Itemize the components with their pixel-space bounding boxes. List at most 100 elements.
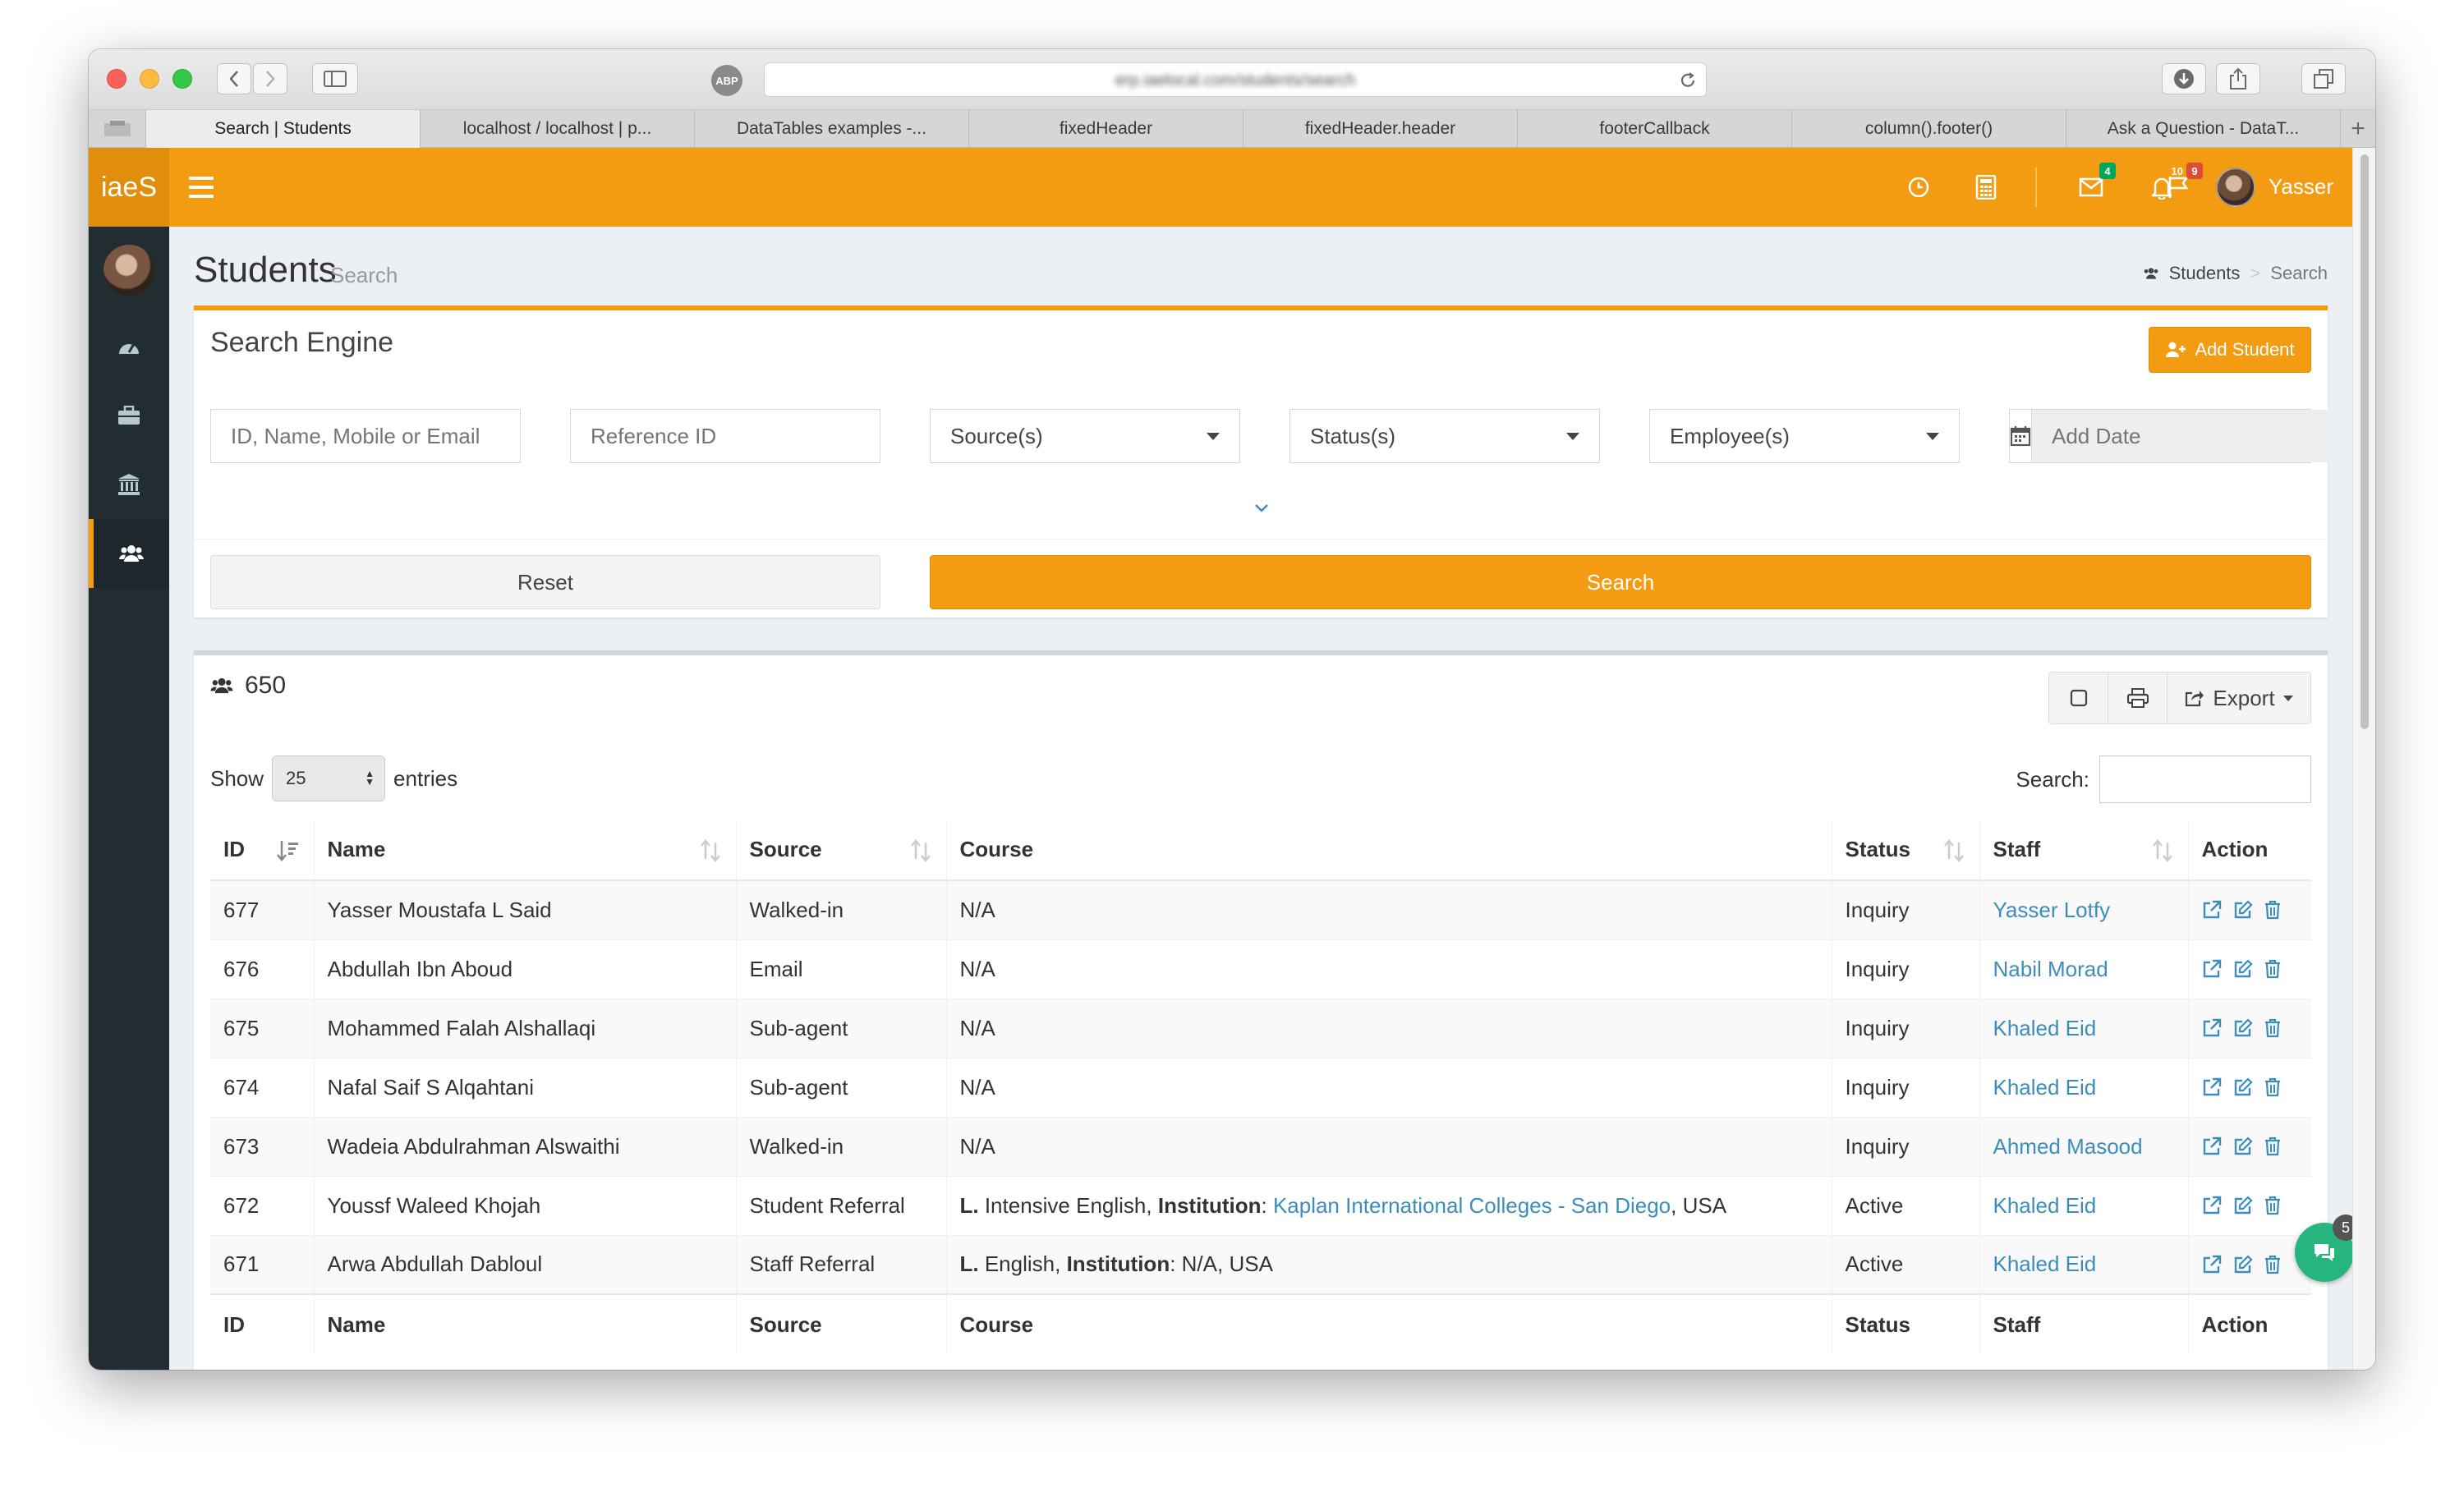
tasks-badge: 9 bbox=[2186, 163, 2203, 179]
tab-overview-button[interactable] bbox=[2301, 63, 2346, 94]
trash-icon[interactable] bbox=[2264, 1196, 2281, 1215]
edit-icon[interactable] bbox=[2233, 1255, 2253, 1274]
edit-icon[interactable] bbox=[2233, 900, 2253, 920]
column-header-source[interactable]: Source bbox=[735, 820, 946, 881]
trash-icon[interactable] bbox=[2264, 959, 2281, 979]
cell-status: Inquiry bbox=[1831, 1116, 1979, 1176]
downloads-button[interactable] bbox=[2162, 63, 2206, 94]
user-name[interactable]: Yasser bbox=[2269, 174, 2333, 200]
external-link-icon[interactable] bbox=[2202, 1255, 2222, 1274]
staff-link[interactable]: Khaled Eid bbox=[1993, 1193, 2097, 1218]
back-button[interactable] bbox=[217, 63, 251, 94]
staff-link[interactable]: Khaled Eid bbox=[1993, 1016, 2097, 1040]
users-icon bbox=[119, 545, 144, 562]
source-select[interactable]: Source(s) bbox=[930, 409, 1240, 463]
tasks-button[interactable]: 9 bbox=[2162, 163, 2203, 204]
calculator-button[interactable] bbox=[1970, 171, 2002, 204]
trash-icon[interactable] bbox=[2264, 1137, 2281, 1156]
tab-ask-a-question[interactable]: Ask a Question - DataT... bbox=[2066, 110, 2341, 148]
share-button[interactable] bbox=[2216, 63, 2260, 94]
add-student-button[interactable]: Add Student bbox=[2149, 327, 2311, 373]
header-divider bbox=[2035, 168, 2037, 207]
tab-datatables-examples[interactable]: DataTables examples -... bbox=[695, 110, 969, 148]
edit-icon[interactable] bbox=[2233, 1196, 2253, 1215]
query-input[interactable] bbox=[210, 409, 521, 463]
address-bar[interactable]: erp.iaelocal.com/students/search bbox=[764, 62, 1707, 97]
external-link-icon[interactable] bbox=[2202, 1018, 2222, 1038]
trash-icon[interactable] bbox=[2264, 1255, 2281, 1274]
zoom-window-button[interactable] bbox=[172, 69, 192, 89]
trash-icon[interactable] bbox=[2264, 900, 2281, 920]
sidebar-toggle-button[interactable] bbox=[312, 63, 358, 94]
forward-button[interactable] bbox=[253, 63, 287, 94]
chevron-left-icon bbox=[229, 71, 238, 87]
new-tab-button[interactable]: + bbox=[2341, 110, 2375, 147]
status-select[interactable]: Status(s) bbox=[1289, 409, 1600, 463]
tab-fixedheader-header[interactable]: fixedHeader.header bbox=[1243, 110, 1518, 148]
reload-icon[interactable] bbox=[1678, 71, 1698, 90]
external-link-icon[interactable] bbox=[2202, 1077, 2222, 1097]
adblock-icon[interactable]: ABP bbox=[711, 65, 742, 96]
staff-link[interactable]: Yasser Lotfy bbox=[1993, 898, 2111, 922]
reset-button[interactable]: Reset bbox=[210, 555, 880, 609]
minimize-window-button[interactable] bbox=[140, 69, 159, 89]
edit-icon[interactable] bbox=[2233, 1018, 2253, 1038]
menu-toggle-button[interactable] bbox=[189, 171, 214, 204]
sidebar-item-briefcase[interactable] bbox=[89, 381, 169, 450]
staff-link[interactable]: Nabil Morad bbox=[1993, 957, 2108, 981]
column-header-name[interactable]: Name bbox=[313, 820, 736, 881]
external-link-icon[interactable] bbox=[2202, 959, 2222, 979]
print-button[interactable] bbox=[2108, 673, 2167, 723]
search-button[interactable]: Search bbox=[930, 555, 2311, 609]
pinned-tab[interactable] bbox=[89, 110, 146, 148]
sidebar-icon bbox=[324, 71, 347, 87]
messages-button[interactable]: 4 bbox=[2075, 163, 2116, 204]
column-header-staff[interactable]: Staff bbox=[1979, 820, 2188, 881]
calendar-icon bbox=[2010, 426, 2031, 447]
external-link-icon[interactable] bbox=[2202, 1196, 2222, 1215]
external-link-icon[interactable] bbox=[2202, 1137, 2222, 1156]
cell-staff: Khaled Eid bbox=[1979, 1234, 2188, 1294]
edit-icon[interactable] bbox=[2233, 1077, 2253, 1097]
tab-localhost[interactable]: localhost / localhost | p... bbox=[421, 110, 695, 148]
breadcrumb-students[interactable]: Students bbox=[2169, 263, 2241, 284]
export-button[interactable]: Export bbox=[2167, 673, 2310, 723]
user-avatar[interactable] bbox=[2216, 168, 2255, 207]
cell-source: Sub-agent bbox=[735, 998, 946, 1058]
external-link-icon[interactable] bbox=[2202, 900, 2222, 920]
page-scrollbar[interactable] bbox=[2352, 148, 2375, 1370]
staff-link[interactable]: Khaled Eid bbox=[1993, 1075, 2097, 1100]
select-toggle-button[interactable] bbox=[2049, 673, 2108, 723]
trash-icon[interactable] bbox=[2264, 1077, 2281, 1097]
clock-button[interactable] bbox=[1902, 171, 1935, 204]
edit-icon[interactable] bbox=[2233, 1137, 2253, 1156]
cell-id: 675 bbox=[210, 998, 314, 1058]
sidebar-avatar[interactable] bbox=[103, 245, 154, 296]
employee-select[interactable]: Employee(s) bbox=[1649, 409, 1960, 463]
sidebar-item-students[interactable] bbox=[89, 519, 169, 588]
close-window-button[interactable] bbox=[107, 69, 126, 89]
column-header-id[interactable]: ID bbox=[210, 820, 314, 881]
trash-icon[interactable] bbox=[2264, 1018, 2281, 1038]
entries-select[interactable]: 25 ▲ ▼ bbox=[272, 755, 386, 801]
tab-fixedheader[interactable]: fixedHeader bbox=[969, 110, 1243, 148]
chat-button[interactable]: 5 bbox=[2295, 1215, 2359, 1282]
tab-column-footer[interactable]: column().footer() bbox=[1792, 110, 2066, 148]
staff-link[interactable]: Ahmed Masood bbox=[1993, 1134, 2143, 1159]
tabs-icon bbox=[2314, 69, 2333, 89]
table-search-input[interactable] bbox=[2099, 755, 2311, 803]
column-header-status[interactable]: Status bbox=[1831, 820, 1979, 881]
logo[interactable]: iaeS bbox=[89, 148, 169, 227]
date-input-group[interactable] bbox=[2009, 409, 2328, 463]
add-date-input[interactable] bbox=[2032, 410, 2328, 462]
institution-link[interactable]: Kaplan International Colleges - San Dieg… bbox=[1273, 1193, 1671, 1218]
scrollbar-thumb[interactable] bbox=[2361, 154, 2369, 729]
chevron-down-icon[interactable] bbox=[1253, 503, 1270, 514]
edit-icon[interactable] bbox=[2233, 959, 2253, 979]
sidebar-item-dashboard[interactable] bbox=[89, 312, 169, 381]
reference-id-input[interactable] bbox=[570, 409, 880, 463]
tab-search-students[interactable]: Search | Students bbox=[146, 110, 421, 148]
staff-link[interactable]: Khaled Eid bbox=[1993, 1251, 2097, 1276]
tab-footercallback[interactable]: footerCallback bbox=[1518, 110, 1792, 148]
sidebar-item-institution[interactable] bbox=[89, 450, 169, 519]
